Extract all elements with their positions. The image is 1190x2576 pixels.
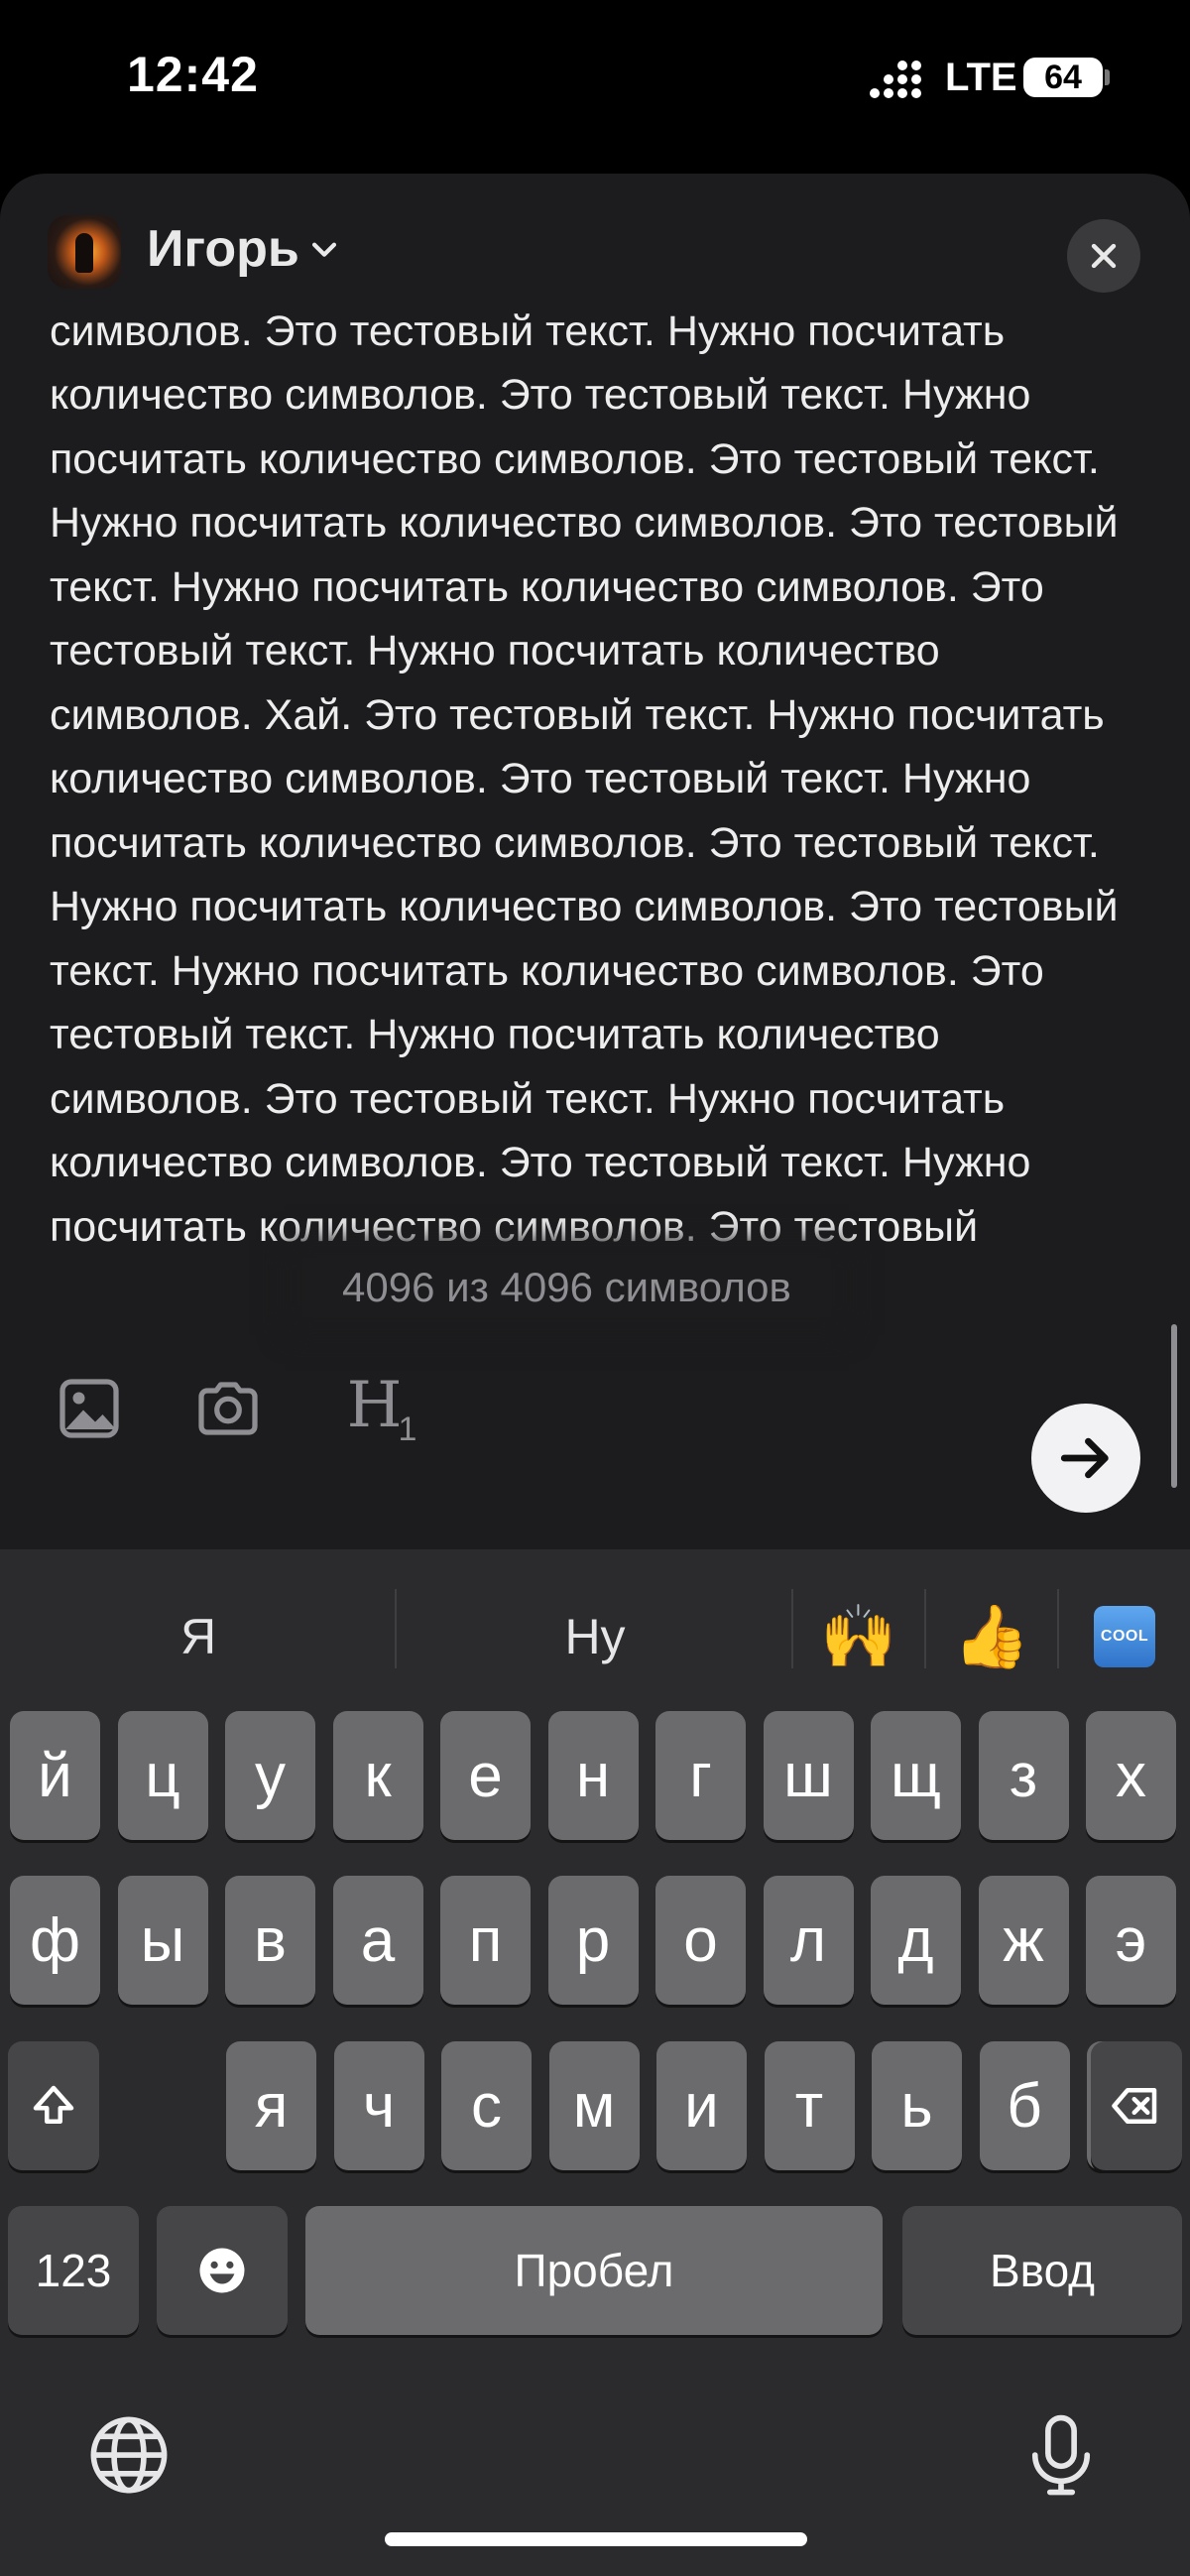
key-ч[interactable]: ч bbox=[333, 2041, 424, 2170]
status-bar: 12:42 LTE 64 bbox=[0, 0, 1190, 169]
emoji-suggestion-raised-hands[interactable]: 🙌 bbox=[793, 1597, 924, 1676]
shift-key[interactable] bbox=[8, 2041, 99, 2170]
key-я[interactable]: я bbox=[226, 2041, 316, 2170]
post-composer-sheet: Игорь Это тестовый текст. Нужно посчитат… bbox=[0, 174, 1190, 1557]
heading-button[interactable]: H1 bbox=[332, 1369, 431, 1448]
shift-icon bbox=[33, 2085, 74, 2124]
chevron-down-icon bbox=[311, 242, 336, 257]
numbers-key[interactable]: 123 bbox=[8, 2206, 139, 2335]
character-counter: 4096 из 4096 символов bbox=[302, 1258, 831, 1317]
emoji-suggestion-cool[interactable]: COOL bbox=[1059, 1597, 1190, 1676]
key-п[interactable]: п bbox=[440, 1876, 531, 2005]
suggestion-2[interactable]: Ну bbox=[397, 1597, 793, 1676]
send-button[interactable] bbox=[1031, 1404, 1140, 1513]
camera-icon bbox=[198, 1382, 258, 1435]
key-е[interactable]: е bbox=[440, 1711, 531, 1840]
author-selector[interactable]: Игорь bbox=[147, 219, 341, 279]
key-ц[interactable]: ц bbox=[117, 1711, 208, 1840]
key-р[interactable]: р bbox=[547, 1876, 639, 2005]
camera-button[interactable] bbox=[188, 1369, 268, 1448]
author-name: Игорь bbox=[147, 220, 299, 278]
emoji-key[interactable] bbox=[157, 2206, 288, 2335]
battery-icon bbox=[1105, 69, 1110, 85]
key-а[interactable]: а bbox=[332, 1876, 423, 2005]
dictation-button[interactable] bbox=[1013, 2407, 1109, 2503]
cool-emoji-icon: COOL bbox=[1094, 1606, 1155, 1667]
key-н[interactable]: н bbox=[547, 1711, 639, 1840]
heading-icon: H1 bbox=[346, 1368, 417, 1448]
arrow-right-icon bbox=[1060, 1437, 1109, 1479]
network-type: LTE bbox=[945, 56, 1017, 99]
key-в[interactable]: в bbox=[225, 1876, 315, 2005]
image-icon bbox=[60, 1379, 119, 1438]
keyboard: Я Ну 🙌 👍 COOL йцукенгшщзх фывапролджэ яч… bbox=[0, 1549, 1190, 2576]
key-ы[interactable]: ы bbox=[117, 1876, 208, 2005]
key-м[interactable]: м bbox=[548, 2041, 640, 2170]
key-й[interactable]: й bbox=[10, 1711, 100, 1840]
key-ж[interactable]: ж bbox=[978, 1876, 1069, 2005]
key-ь[interactable]: ь bbox=[872, 2041, 962, 2170]
backspace-key[interactable] bbox=[1091, 2041, 1182, 2170]
emoji-suggestion-thumbs-up[interactable]: 👍 bbox=[926, 1597, 1057, 1676]
post-text-field[interactable]: Это тестовый текст. Нужно посчитать коли… bbox=[0, 301, 1190, 1357]
key-з[interactable]: з bbox=[978, 1711, 1069, 1840]
key-ш[interactable]: ш bbox=[763, 1711, 854, 1840]
key-э[interactable]: э bbox=[1086, 1876, 1176, 2005]
gallery-button[interactable] bbox=[50, 1369, 129, 1448]
globe-icon bbox=[90, 2416, 168, 2494]
microphone-icon bbox=[1031, 2414, 1091, 2496]
post-body-text: Это тестовый текст. Нужно посчитать коли… bbox=[50, 307, 1119, 1251]
close-button[interactable] bbox=[1067, 219, 1140, 293]
suggestion-1[interactable]: Я bbox=[0, 1597, 397, 1676]
key-щ[interactable]: щ bbox=[871, 1711, 961, 1840]
key-д[interactable]: д bbox=[871, 1876, 961, 2005]
return-key[interactable]: Ввод bbox=[902, 2206, 1182, 2335]
globe-button[interactable] bbox=[81, 2407, 177, 2503]
key-х[interactable]: х bbox=[1086, 1711, 1176, 1840]
key-с[interactable]: с bbox=[441, 2041, 532, 2170]
close-icon bbox=[1091, 243, 1117, 269]
key-о[interactable]: о bbox=[655, 1876, 746, 2005]
backspace-icon bbox=[1112, 2088, 1157, 2124]
key-к[interactable]: к bbox=[332, 1711, 423, 1840]
key-т[interactable]: т bbox=[764, 2041, 855, 2170]
key-г[interactable]: г bbox=[655, 1711, 746, 1840]
key-у[interactable]: у bbox=[225, 1711, 315, 1840]
space-key[interactable]: Пробел bbox=[305, 2206, 883, 2335]
battery-level: 64 bbox=[1023, 58, 1103, 97]
key-ф[interactable]: ф bbox=[10, 1876, 100, 2005]
key-л[interactable]: л bbox=[763, 1876, 854, 2005]
emoji-icon bbox=[199, 2248, 245, 2293]
key-и[interactable]: и bbox=[656, 2041, 747, 2170]
avatar[interactable] bbox=[48, 215, 121, 289]
key-б[interactable]: б bbox=[979, 2041, 1070, 2170]
status-time: 12:42 bbox=[127, 47, 259, 102]
cellular-signal-icon bbox=[870, 61, 921, 98]
text-scrollbar[interactable] bbox=[1171, 1324, 1177, 1488]
home-indicator bbox=[385, 2532, 807, 2546]
